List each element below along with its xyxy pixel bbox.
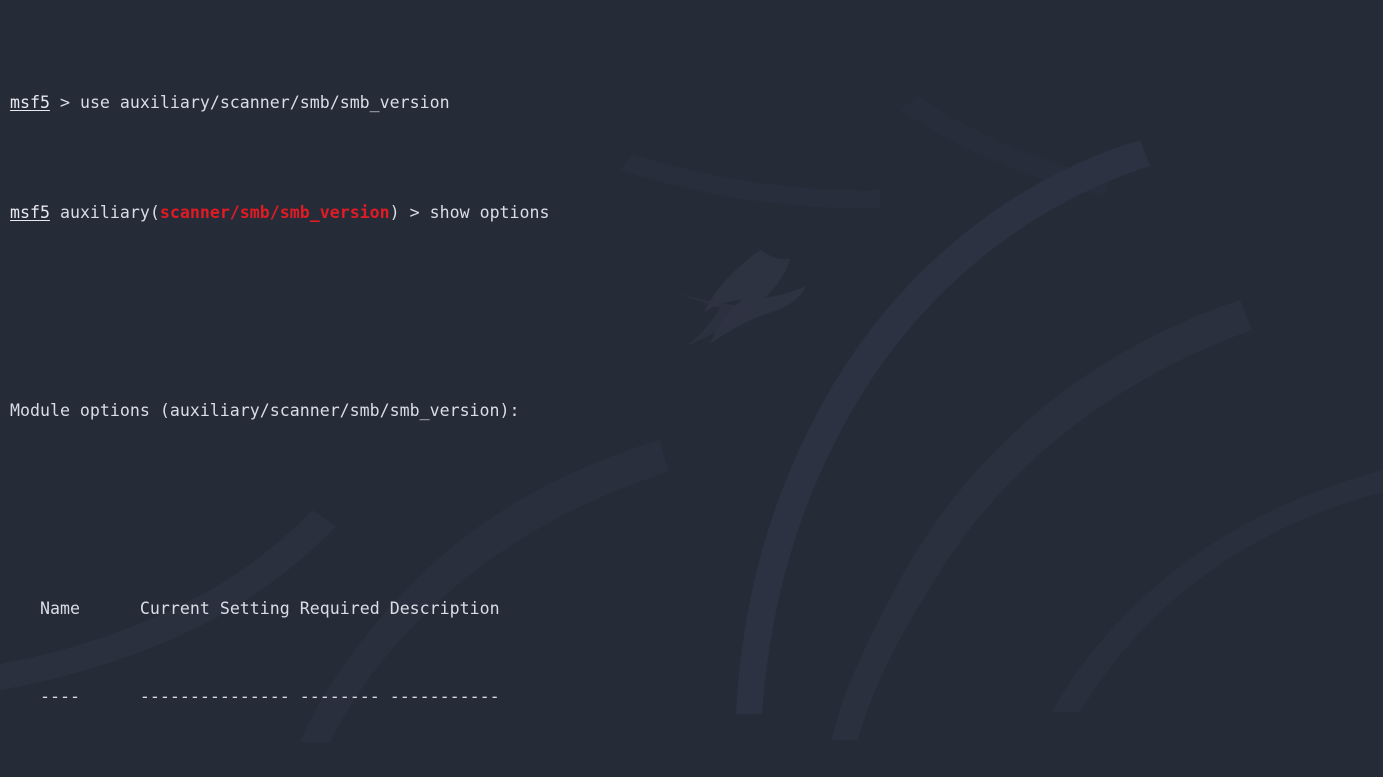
command-line-use: msf5 > use auxiliary/scanner/smb/smb_ver… [10,93,450,112]
command-text-show-options: show options [429,203,550,222]
column-header-name: Name [39,599,80,618]
rule-required: -------- [299,687,380,706]
column-header-current-setting: Current Setting [139,599,290,618]
column-header-description: Description [389,599,500,618]
options-table-rule: ---- --------------- -------- ----------… [10,686,1383,708]
command-text-use: use auxiliary/scanner/smb/smb_version [79,93,450,112]
prompt-module-path: scanner/smb/smb_version [159,203,390,222]
rule-current-setting: --------------- [139,687,290,706]
terminal-window[interactable]: msf5 > use auxiliary/scanner/smb/smb_ver… [0,0,1383,777]
rule-name: ---- [39,687,80,706]
prompt-host: msf5 [10,93,50,112]
column-header-required: Required [299,599,380,618]
module-options-heading: Module options (auxiliary/scanner/smb/sm… [10,401,520,420]
terminal-output: msf5 > use auxiliary/scanner/smb/smb_ver… [0,0,1383,777]
command-line-show-options: msf5 auxiliary(scanner/smb/smb_version) … [10,203,550,222]
options-table-header: Name Current Setting Required Descriptio… [10,598,1383,620]
rule-description: ----------- [389,687,500,706]
prompt-host: msf5 [10,203,50,222]
